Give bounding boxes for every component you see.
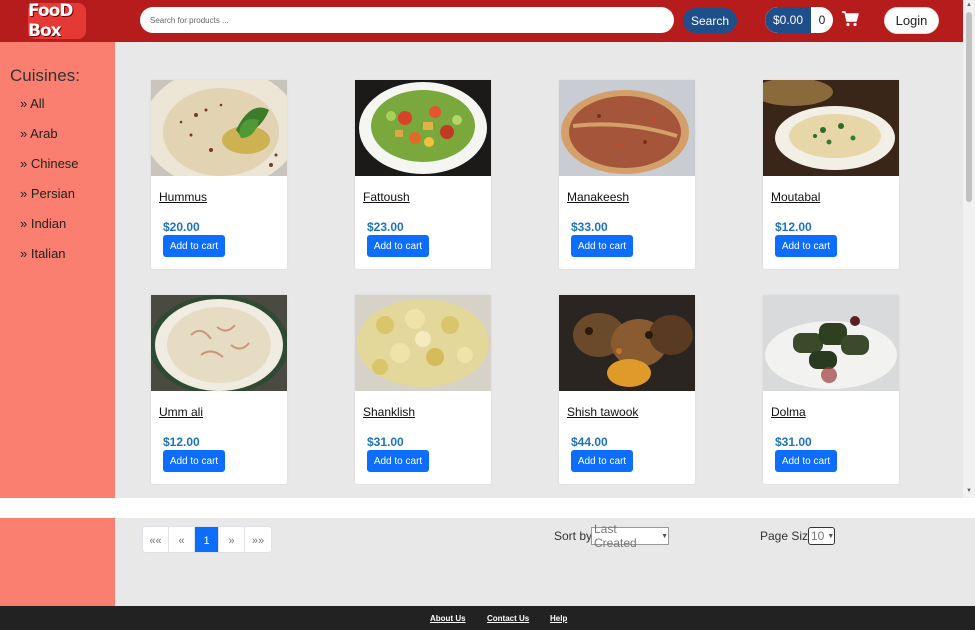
- about-us-link[interactable]: About Us: [430, 614, 466, 623]
- add-to-cart-button[interactable]: Add to cart: [163, 235, 225, 257]
- add-to-cart-button[interactable]: Add to cart: [367, 450, 429, 472]
- cuisine-sidebar: Cuisines: » All » Arab » Chinese » Persi…: [0, 42, 115, 498]
- top-navbar: FooD Box Search $0.00 0 Login: [0, 0, 963, 42]
- cuisine-item-arab[interactable]: » Arab: [20, 126, 58, 141]
- product-name[interactable]: Shish tawook: [567, 405, 638, 419]
- page-size-label: Page Size: [760, 529, 815, 543]
- product-card-moutabal: Moutabal $12.00 Add to cart: [763, 80, 899, 269]
- next-page-link[interactable]: »: [219, 527, 245, 552]
- sort-label: Sort by: [554, 529, 593, 543]
- add-to-cart-button[interactable]: Add to cart: [775, 235, 837, 257]
- last-page-link[interactable]: »»: [245, 527, 271, 552]
- pagination: «« « 1 » »»: [142, 526, 272, 553]
- product-card-fattoush: Fattoush $23.00 Add to cart: [355, 80, 491, 269]
- logo-text: FooD Box: [28, 1, 73, 41]
- food-box-logo[interactable]: FooD Box: [28, 1, 86, 41]
- product-card-umm-ali: Umm ali $12.00 Add to cart: [151, 295, 287, 484]
- product-name[interactable]: Dolma: [771, 405, 806, 419]
- product-name[interactable]: Manakeesh: [567, 190, 629, 204]
- product-name[interactable]: Moutabal: [771, 190, 820, 204]
- product-card-dolma: Dolma $31.00 Add to cart: [763, 295, 899, 484]
- scroll-up-icon[interactable]: ▲: [966, 2, 972, 8]
- add-to-cart-button[interactable]: Add to cart: [571, 450, 633, 472]
- cuisine-item-persian[interactable]: » Persian: [20, 186, 75, 201]
- page-size-select[interactable]: 10 ▼: [808, 527, 835, 545]
- umm-ali-image[interactable]: [151, 295, 287, 391]
- cuisine-item-indian[interactable]: » Indian: [20, 216, 66, 231]
- cuisine-item-italian[interactable]: » Italian: [20, 246, 66, 261]
- first-page-link[interactable]: ««: [143, 527, 169, 552]
- footer: About Us Contact Us Help: [0, 606, 975, 630]
- scroll-thumb[interactable]: [966, 12, 972, 202]
- product-price: $12.00: [163, 435, 200, 449]
- chevron-down-icon: ▼: [661, 532, 668, 540]
- login-button[interactable]: Login: [884, 7, 939, 34]
- current-page-link[interactable]: 1: [195, 527, 219, 552]
- page-size-selected-value: 10: [811, 529, 825, 543]
- product-price: $33.00: [571, 220, 608, 234]
- product-grid: Hummus $20.00 Add to cart Fattoush $23.0…: [115, 42, 963, 498]
- cart-total: $0.00: [765, 7, 811, 33]
- cuisine-item-chinese[interactable]: » Chinese: [20, 156, 79, 171]
- chevron-down-icon: ▼: [827, 532, 835, 540]
- product-price: $12.00: [775, 220, 812, 234]
- sort-select[interactable]: Last Created ▼: [591, 522, 669, 550]
- product-price: $20.00: [163, 220, 200, 234]
- shopping-cart-icon[interactable]: [841, 11, 859, 27]
- product-name[interactable]: Fattoush: [363, 190, 410, 204]
- product-name[interactable]: Hummus: [159, 190, 207, 204]
- dolma-image[interactable]: [763, 295, 899, 391]
- product-price: $23.00: [367, 220, 404, 234]
- contact-us-link[interactable]: Contact Us: [487, 614, 529, 623]
- add-to-cart-button[interactable]: Add to cart: [571, 235, 633, 257]
- shish-tawook-image[interactable]: [559, 295, 695, 391]
- product-price: $44.00: [571, 435, 608, 449]
- scroll-down-icon[interactable]: ▼: [966, 488, 972, 494]
- product-price: $31.00: [367, 435, 404, 449]
- search-input[interactable]: [140, 7, 674, 33]
- cuisines-heading: Cuisines:: [10, 66, 80, 85]
- add-to-cart-button[interactable]: Add to cart: [367, 235, 429, 257]
- product-price: $31.00: [775, 435, 812, 449]
- product-card-shish-tawook: Shish tawook $44.00 Add to cart: [559, 295, 695, 484]
- sort-selected-value: Last Created: [594, 522, 637, 550]
- page-gap: [0, 498, 975, 518]
- help-link[interactable]: Help: [550, 614, 567, 623]
- product-card-manakeesh: Manakeesh $33.00 Add to cart: [559, 80, 695, 269]
- search-button[interactable]: Search: [683, 8, 737, 33]
- add-to-cart-button[interactable]: Add to cart: [163, 450, 225, 472]
- hummus-image[interactable]: [151, 80, 287, 176]
- cart-count-badge: 0: [818, 13, 826, 27]
- moutabal-image[interactable]: [763, 80, 899, 176]
- product-card-hummus: Hummus $20.00 Add to cart: [151, 80, 287, 269]
- product-name[interactable]: Umm ali: [159, 405, 203, 419]
- manakeesh-image[interactable]: [559, 80, 695, 176]
- page-scrollbar[interactable]: ▲ ▼: [963, 0, 975, 498]
- prev-page-link[interactable]: «: [169, 527, 195, 552]
- sidebar-lower: [0, 518, 115, 606]
- fattoush-image[interactable]: [355, 80, 491, 176]
- shanklish-image[interactable]: [355, 295, 491, 391]
- product-name[interactable]: Shanklish: [363, 405, 415, 419]
- add-to-cart-button[interactable]: Add to cart: [775, 450, 837, 472]
- cart-summary[interactable]: $0.00 0: [765, 7, 833, 33]
- cuisine-item-all[interactable]: » All: [20, 96, 45, 111]
- product-card-shanklish: Shanklish $31.00 Add to cart: [355, 295, 491, 484]
